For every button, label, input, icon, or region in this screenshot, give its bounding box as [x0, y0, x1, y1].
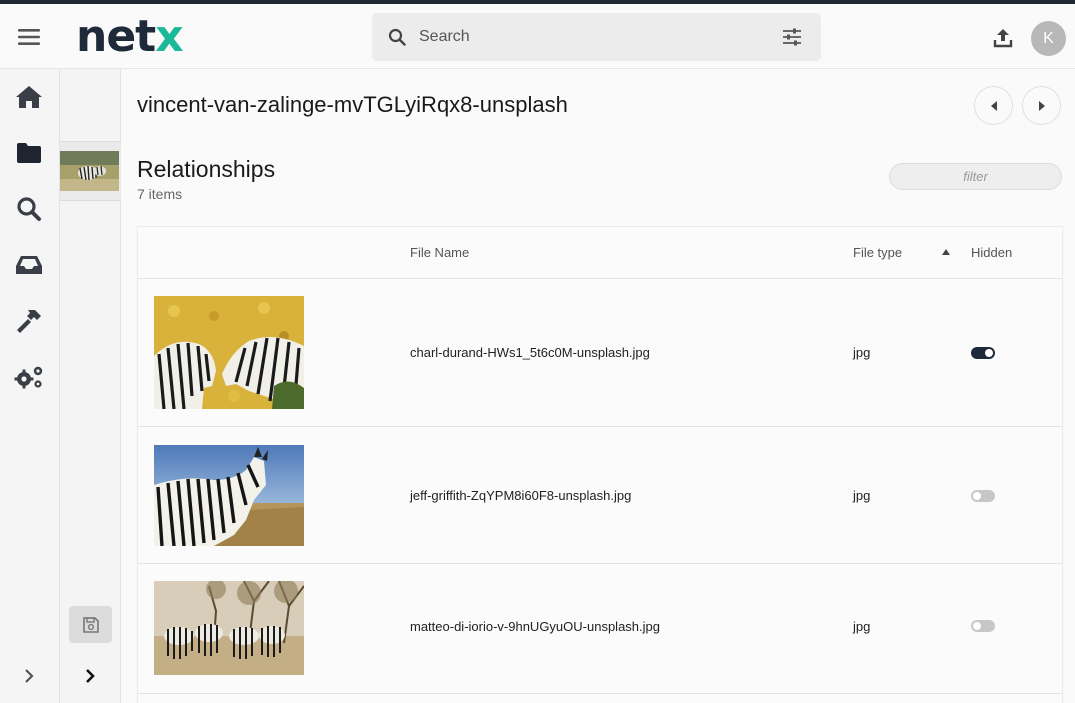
sidebar-item-settings[interactable]	[13, 361, 45, 393]
relationships-title: Relationships	[137, 156, 276, 182]
app-header: netx K	[0, 4, 1075, 69]
save-icon	[82, 616, 99, 633]
table-header: File Name File type Hidden	[138, 227, 1062, 279]
zebra-thumbnail-image	[60, 151, 119, 191]
sort-ascending-icon[interactable]	[941, 248, 951, 256]
global-search-bar	[372, 13, 821, 61]
chevron-right-icon	[25, 669, 34, 683]
next-asset-button[interactable]	[1022, 86, 1061, 125]
sidebar-item-inbox[interactable]	[13, 249, 45, 281]
upload-icon	[993, 29, 1013, 48]
relationships-item-count: 7 items	[137, 186, 183, 202]
row-thumbnail-image[interactable]	[154, 445, 304, 546]
main-content: vincent-van-zalinge-mvTGLyiRqx8-unsplash…	[121, 69, 1075, 703]
caret-left-icon	[990, 100, 997, 111]
logo-text-prefix: net	[76, 11, 156, 62]
gears-icon	[14, 366, 43, 389]
asset-title: vincent-van-zalinge-mvTGLyiRqx8-unsplash	[137, 92, 568, 117]
hamburger-icon	[18, 29, 40, 45]
logo-text-suffix: x	[155, 11, 183, 62]
row-file-name[interactable]: matteo-di-iorio-v-9hnUGyuOU-unsplash.jpg	[410, 619, 660, 634]
row-hidden-toggle[interactable]	[971, 620, 995, 632]
row-file-type: jpg	[853, 345, 871, 360]
row-file-name[interactable]: charl-durand-HWs1_5t6c0M-unsplash.jpg	[410, 345, 650, 360]
search-icon	[17, 197, 41, 221]
sidebar-expand-button[interactable]	[17, 664, 41, 688]
column-header-file-type[interactable]: File type	[853, 245, 902, 260]
row-thumbnail-image[interactable]	[154, 581, 304, 675]
table-row[interactable]: jeff-griffith-ZqYPM8i60F8-unsplash.jpg j…	[138, 427, 1062, 564]
row-thumbnail-image[interactable]	[154, 296, 304, 409]
sidebar-item-tools[interactable]	[13, 305, 45, 337]
column-header-hidden[interactable]: Hidden	[971, 245, 1012, 260]
user-avatar[interactable]: K	[1031, 21, 1066, 56]
hamburger-menu-button[interactable]	[14, 22, 44, 52]
row-file-name[interactable]: jeff-griffith-ZqYPM8i60F8-unsplash.jpg	[410, 488, 631, 503]
relationships-table: File Name File type Hidden charl-durand-…	[137, 226, 1063, 703]
caret-right-icon	[1038, 100, 1045, 111]
sidebar-item-home[interactable]	[13, 81, 45, 113]
home-icon	[16, 86, 42, 108]
search-filter-settings-icon[interactable]	[781, 27, 803, 47]
row-file-type: jpg	[853, 488, 871, 503]
upload-button[interactable]	[990, 25, 1016, 51]
search-input[interactable]	[419, 28, 759, 46]
panel-expand-button[interactable]	[78, 664, 102, 688]
relationships-filter-input[interactable]	[889, 163, 1062, 190]
table-row[interactable]: charl-durand-HWs1_5t6c0M-unsplash.jpg jp…	[138, 279, 1062, 427]
row-file-type: jpg	[853, 619, 871, 634]
inbox-icon	[16, 256, 42, 274]
asset-thumbnail-mini[interactable]	[60, 141, 121, 201]
search-icon	[387, 27, 407, 47]
table-row[interactable]: matteo-di-iorio-v-9hnUGyuOU-unsplash.jpg…	[138, 564, 1062, 694]
folder-icon	[17, 143, 41, 163]
save-button[interactable]	[69, 606, 112, 643]
column-header-file-name[interactable]: File Name	[410, 245, 469, 260]
row-hidden-toggle[interactable]	[971, 490, 995, 502]
chevron-right-icon	[86, 669, 95, 683]
netx-logo[interactable]: net x	[76, 11, 184, 62]
main-sidebar	[0, 69, 60, 703]
asset-version-panel	[60, 69, 121, 703]
row-hidden-toggle[interactable]	[971, 347, 995, 359]
sidebar-item-folders[interactable]	[13, 137, 45, 169]
table-row[interactable]	[138, 694, 1062, 703]
sidebar-item-search[interactable]	[13, 193, 45, 225]
previous-asset-button[interactable]	[974, 86, 1013, 125]
hammer-icon	[17, 310, 41, 333]
